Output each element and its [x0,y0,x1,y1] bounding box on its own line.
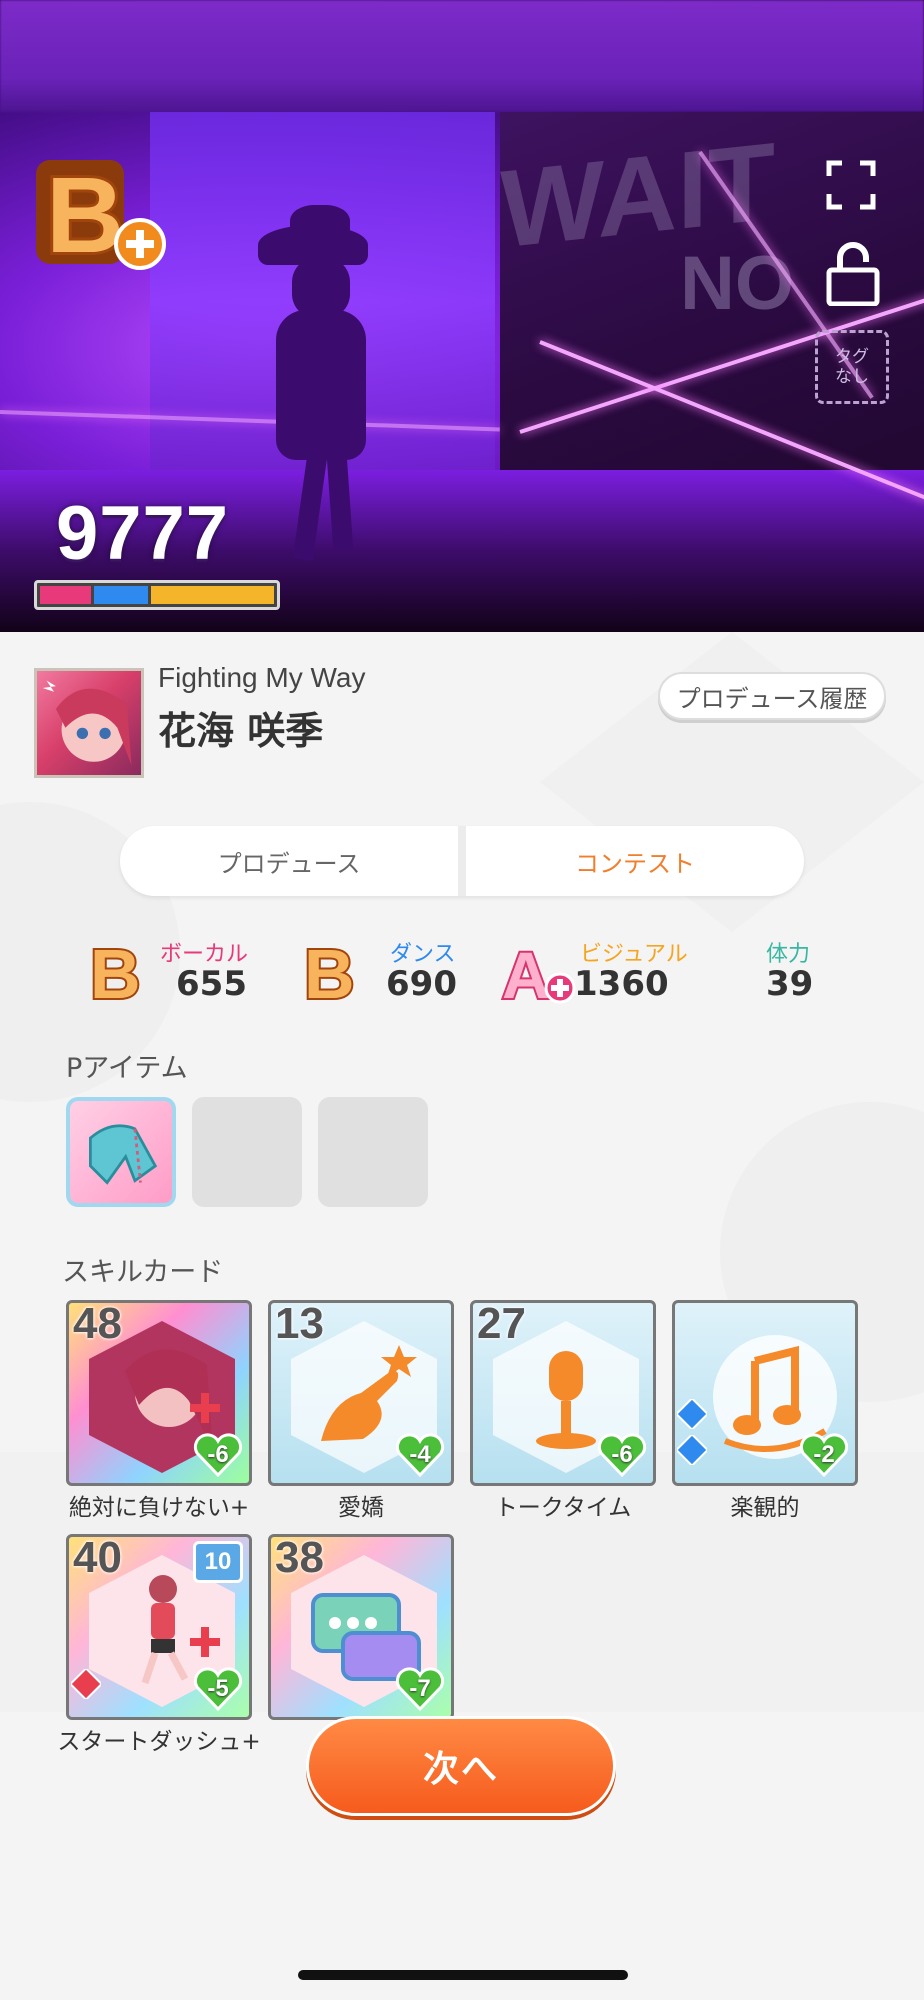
svg-text:A: A [502,938,550,1006]
character-name: 花海 咲季 [158,709,324,753]
visual-rank-badge: A [500,936,576,1006]
skill-card-section-label: スキルカード [62,1257,224,1288]
card-level: 40 [73,1534,122,1582]
result-panel: Fighting My Way 花海 咲季 プロデュース履歴 プロデュース コン… [0,632,924,2000]
skill-card[interactable]: 10 40 -5 [66,1534,252,1720]
stat-ratio-bar [34,580,280,610]
stats-row: B ボーカル 655 B ダンス 690 A ビジュアル 1360 体力 39 [86,936,846,1016]
stage-top-band [0,0,924,112]
svg-text:B: B [90,936,141,1006]
skill-card[interactable]: -2 [672,1300,858,1486]
skill-card[interactable]: 27 -6 [470,1300,656,1486]
p-item-slot-empty [318,1097,428,1207]
tab-contest[interactable]: コンテスト [466,826,804,896]
card-cost: -6 [207,1441,229,1468]
effect-tag-icon [677,1399,707,1429]
tab-produce[interactable]: プロデュース [120,826,466,896]
stat-value: 690 [386,964,457,1004]
cost-heart-icon: -6 [597,1433,647,1478]
skill-card-name: トークタイム [494,1495,632,1521]
card-level: 13 [275,1300,324,1348]
skill-card[interactable]: 48 -6 [66,1300,252,1486]
card-title: Fighting My Way [158,662,366,693]
skill-card-name: スタートダッシュ+ [57,1729,261,1755]
card-cost: -4 [409,1441,431,1468]
svg-text:B: B [304,936,355,1006]
produce-history-button[interactable]: プロデュース履歴 [658,672,886,720]
home-indicator[interactable] [298,1970,628,1980]
svg-text:B: B [46,154,124,272]
stat-value: 39 [766,964,814,1004]
card-level: 27 [477,1300,526,1348]
vocal-segment [40,586,92,604]
card-cost: -2 [813,1441,835,1468]
skill-card[interactable]: 38 -7 [268,1534,454,1720]
skill-card-name: 愛嬌 [338,1495,384,1521]
stat-value: 655 [176,964,247,1004]
vocal-rank-badge: B [88,936,143,1006]
tag-none-button[interactable]: タグなし [815,330,889,404]
effect-tag-icon [677,1435,707,1465]
next-button[interactable]: 次へ [306,1716,616,1816]
card-cost: -6 [611,1441,633,1468]
visual-segment [151,586,274,604]
unlock-icon[interactable] [826,240,880,306]
stage-sign-no: NO [680,241,794,326]
p-item-slot[interactable] [66,1097,176,1207]
overall-rank-badge: B [36,152,166,272]
jacket-icon [89,1124,158,1185]
cost-heart-icon: -6 [193,1433,243,1478]
cost-heart-icon: -7 [395,1667,445,1712]
skill-card[interactable]: 13 -4 [268,1300,454,1486]
skill-card-name: 絶対に負けない+ [68,1495,250,1521]
card-upgrade-badge: 10 [193,1541,243,1583]
cost-heart-icon: -5 [193,1667,243,1712]
skill-card-name: 楽観的 [730,1495,800,1521]
card-cost: -7 [409,1675,431,1702]
stat-value: 1360 [574,964,669,1004]
dance-segment [94,586,149,604]
tag-none-label: タグなし [835,347,869,387]
cost-heart-icon: -4 [395,1433,445,1478]
card-level: 48 [73,1300,122,1348]
stage-screenshot: WAIT NO B タグなし 9777 [0,0,924,632]
card-upgrade-value: 10 [204,1548,232,1575]
effect-tag-icon [71,1669,101,1699]
dance-rank-badge: B [302,936,357,1006]
mode-tabs: プロデュース コンテスト [120,826,804,896]
score-value: 9777 [56,491,230,576]
card-level: 38 [275,1534,324,1582]
character-avatar [34,668,144,778]
fullscreen-icon[interactable] [826,160,876,210]
p-item-section-label: Pアイテム [66,1053,188,1084]
card-cost: -5 [207,1675,229,1702]
cost-heart-icon: -2 [799,1433,849,1478]
p-item-slot-empty [192,1097,302,1207]
